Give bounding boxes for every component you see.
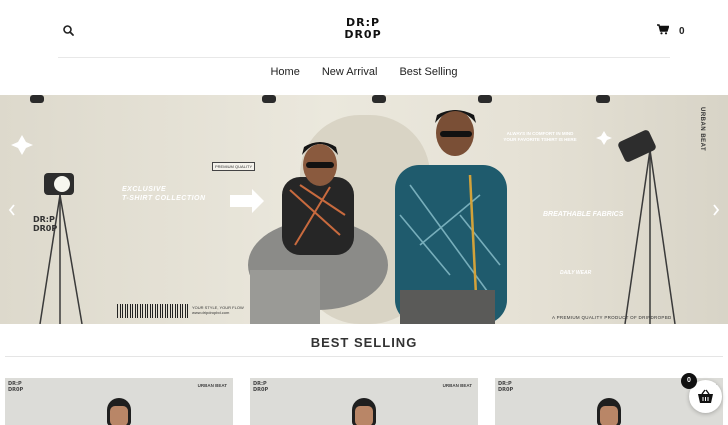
- hero-right-copy: BREATHABLE FABRICS: [543, 211, 633, 218]
- header-divider: [58, 57, 670, 58]
- nav-home[interactable]: Home: [270, 66, 299, 84]
- nav-new-arrival[interactable]: New Arrival: [322, 66, 378, 84]
- chevron-left-icon[interactable]: [6, 202, 18, 218]
- urban-beat-vertical: URBAN BEAT: [699, 107, 705, 152]
- floating-cart-count: 0: [681, 373, 697, 389]
- site-logo[interactable]: DR:P DR0P: [340, 17, 386, 45]
- card-logo: DR:P DR0P: [498, 381, 513, 393]
- cart-button[interactable]: 0: [657, 24, 685, 38]
- hero-right-top-2: YOUR FAVORITE TSHIRT IS HERE: [503, 137, 577, 142]
- product-card[interactable]: DR:P DR0P URBAN BEAT: [5, 378, 233, 425]
- card-logo-line-2: DR0P: [498, 387, 514, 393]
- hero-right-top-copy: ALWAYS IN COMFORT IN MIND YOUR FAVORITE …: [490, 131, 590, 143]
- hero-right-heading: BREATHABLE FABRICS: [543, 211, 624, 218]
- model-face: [355, 406, 373, 425]
- barcode: [117, 304, 189, 318]
- section-divider: [5, 356, 723, 357]
- hero-image: [11, 95, 676, 324]
- floating-cart-button[interactable]: 0: [681, 373, 722, 413]
- model-face: [110, 406, 128, 425]
- daily-wear-label: DAILY WEAR: [560, 270, 592, 276]
- hero-left-heading-1: EXCLUSIVE: [122, 186, 167, 193]
- logo-line-2: DR0P: [344, 28, 382, 41]
- cart-count: 0: [679, 25, 685, 37]
- chevron-right-icon[interactable]: [710, 202, 722, 218]
- hero-left-heading-2: T-SHIRT COLLECTION: [122, 195, 206, 202]
- card-logo-line-2: DR0P: [8, 387, 24, 393]
- premium-badge: PREMIUM QUALITY: [212, 162, 256, 171]
- barcode-text-2: www.dripdropbd.com: [192, 310, 230, 315]
- card-logo: DR:P DR0P: [8, 381, 23, 393]
- search-icon[interactable]: [62, 24, 76, 38]
- card-brand: URBAN BEAT: [442, 383, 472, 388]
- card-brand: URBAN BEAT: [197, 383, 227, 388]
- section-title: BEST SELLING: [310, 335, 418, 350]
- card-logo-line-2: DR0P: [253, 387, 269, 393]
- hero-banner[interactable]: DR:P DR0P PREMIUM QUALITY EXCLUSIVE T-SH…: [0, 95, 728, 324]
- hero-tagline: A PREMIUM QUALITY PRODUCT OF DRIPDROPBD: [552, 315, 672, 320]
- cart-icon: [657, 22, 670, 40]
- hero-logo: DR:P DR0P: [33, 215, 57, 233]
- card-logo: DR:P DR0P: [253, 381, 268, 393]
- site-header: DR:P DR0P 0: [0, 0, 728, 58]
- nav-best-selling[interactable]: Best Selling: [399, 66, 457, 84]
- main-nav: Home New Arrival Best Selling: [0, 66, 728, 84]
- basket-icon: [697, 389, 714, 409]
- product-card[interactable]: DR:P DR0P URBAN BEAT: [250, 378, 478, 425]
- hero-logo-line-1: DR:P: [33, 215, 55, 224]
- hero-logo-line-2: DR0P: [33, 224, 58, 233]
- barcode-caption: YOUR STYLE, YOUR FLOW www.dripdropbd.com: [192, 305, 244, 315]
- hero-left-copy: EXCLUSIVE T-SHIRT COLLECTION: [122, 185, 232, 203]
- model-face: [600, 406, 618, 425]
